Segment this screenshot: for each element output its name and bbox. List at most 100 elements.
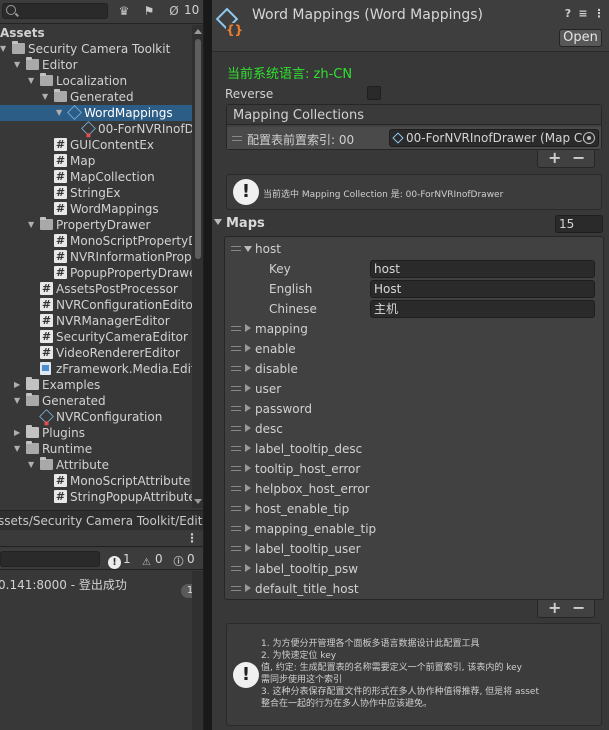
object-picker-icon[interactable] xyxy=(583,132,595,144)
expand-arrow-icon[interactable] xyxy=(245,324,251,332)
collapse-arrow-icon[interactable]: ▼ xyxy=(0,41,10,57)
map-field-input[interactable]: host xyxy=(370,260,595,278)
tree-item[interactable]: ▼ Attribute xyxy=(0,457,192,473)
project-scrollbar[interactable] xyxy=(192,25,203,508)
drag-handle-icon[interactable] xyxy=(231,346,241,351)
tree-item[interactable]: #NVRInformationProperty xyxy=(0,249,192,265)
tree-item[interactable]: # NVRManagerEditor xyxy=(0,313,192,329)
drag-handle-icon[interactable] xyxy=(231,246,241,251)
collapse-arrow-icon[interactable]: ▼ xyxy=(14,393,24,409)
tree-item[interactable]: # NVRConfigurationEditor xyxy=(0,297,192,313)
console-search-input[interactable] xyxy=(0,551,100,567)
tree-item[interactable]: 00-ForNVRInofDra xyxy=(0,121,192,137)
remove-collection-button[interactable]: − xyxy=(572,150,585,166)
filter-by-type-icon[interactable]: ♛ xyxy=(116,3,132,19)
mapping-collection-object-field[interactable]: 00-ForNVRInofDrawer (Map Co xyxy=(389,129,599,147)
tree-item[interactable]: Assets xyxy=(0,25,192,41)
expand-arrow-icon[interactable] xyxy=(245,504,251,512)
map-item[interactable]: helpbox_host_error xyxy=(225,479,603,499)
collapse-arrow-icon[interactable]: ▼ xyxy=(14,441,24,457)
expand-arrow-icon[interactable] xyxy=(214,219,222,225)
drag-handle-icon[interactable] xyxy=(231,526,241,531)
drag-handle-icon[interactable] xyxy=(231,406,241,411)
drag-handle-icon[interactable] xyxy=(231,506,241,511)
filter-by-label-icon[interactable]: ⚑ xyxy=(141,3,157,19)
expand-arrow-icon[interactable] xyxy=(245,344,251,352)
tree-item[interactable]: #MonoScriptPropertyDraw xyxy=(0,233,192,249)
map-item[interactable]: label_tooltip_user xyxy=(225,539,603,559)
expand-arrow-icon[interactable] xyxy=(245,544,251,552)
tree-item[interactable]: ▼ Editor xyxy=(0,57,192,73)
tree-item[interactable]: ▼ Generated xyxy=(0,89,192,105)
panel-divider[interactable] xyxy=(204,0,212,730)
expand-arrow-icon[interactable] xyxy=(245,364,251,372)
hidden-packages-icon[interactable]: Ø xyxy=(166,3,182,19)
drag-handle-icon[interactable] xyxy=(231,326,241,331)
tree-item[interactable]: NVRConfiguration xyxy=(0,409,192,425)
expand-arrow-icon[interactable] xyxy=(245,384,251,392)
tree-item[interactable]: # VideoRendererEditor xyxy=(0,345,192,361)
map-item[interactable]: password xyxy=(225,399,603,419)
tree-item[interactable]: zFramework.Media.Editor xyxy=(0,361,192,377)
tree-item[interactable]: ▼ Security Camera Toolkit xyxy=(0,41,192,57)
collapse-arrow-icon[interactable] xyxy=(244,246,252,252)
add-collection-button[interactable]: + xyxy=(548,150,561,166)
project-search-input[interactable] xyxy=(2,3,108,19)
drag-handle-icon[interactable] xyxy=(232,136,242,141)
expand-arrow-icon[interactable] xyxy=(245,404,251,412)
scrollbar-thumb[interactable] xyxy=(195,39,201,259)
expand-arrow-icon[interactable] xyxy=(245,524,251,532)
tree-item[interactable]: # AssetsPostProcessor xyxy=(0,281,192,297)
map-item[interactable]: mapping xyxy=(225,319,603,339)
map-field-input[interactable]: 主机 xyxy=(370,300,595,318)
collapse-arrow-icon[interactable]: ▼ xyxy=(42,89,52,105)
map-item[interactable]: tooltip_host_error xyxy=(225,459,603,479)
expand-arrow-icon[interactable] xyxy=(245,464,251,472)
more-options-icon[interactable]: ⋮ xyxy=(593,7,605,21)
tree-item[interactable]: # MapCollection xyxy=(0,169,192,185)
console-error-toggle[interactable]: ⓘ 0 xyxy=(172,551,195,568)
tree-item[interactable]: # StringPopupAttribute xyxy=(0,489,192,505)
scroll-down-icon[interactable] xyxy=(194,499,202,504)
reverse-checkbox[interactable] xyxy=(367,86,381,100)
drag-handle-icon[interactable] xyxy=(231,486,241,491)
tree-item[interactable]: # PopupPropertyDrawer xyxy=(0,265,192,281)
drag-handle-icon[interactable] xyxy=(231,546,241,551)
map-item[interactable]: mapping_enable_tip xyxy=(225,519,603,539)
drag-handle-icon[interactable] xyxy=(231,566,241,571)
help-icon[interactable]: ? xyxy=(562,7,574,21)
expand-arrow-icon[interactable] xyxy=(245,424,251,432)
drag-handle-icon[interactable] xyxy=(231,446,241,451)
collapse-arrow-icon[interactable]: ▼ xyxy=(28,73,38,89)
expand-arrow-icon[interactable]: ▶ xyxy=(14,377,24,393)
map-item[interactable]: label_tooltip_psw xyxy=(225,559,603,579)
maps-size-field[interactable]: 15 xyxy=(555,215,603,233)
map-item[interactable]: user xyxy=(225,379,603,399)
tree-item[interactable]: # SecurityCameraEditor xyxy=(0,329,192,345)
drag-handle-icon[interactable] xyxy=(231,586,241,591)
console-info-toggle[interactable]: ! 1 xyxy=(108,551,131,569)
map-item[interactable]: disable xyxy=(225,359,603,379)
tree-item[interactable]: ▶ Examples xyxy=(0,377,192,393)
expand-arrow-icon[interactable] xyxy=(245,484,251,492)
tree-item[interactable]: # WordMappings xyxy=(0,201,192,217)
collapse-arrow-icon[interactable]: ▼ xyxy=(28,457,38,473)
console-scrollbar[interactable] xyxy=(192,571,203,730)
console-log-entry[interactable]: 0.141:8000 - 登出成功 xyxy=(0,576,127,593)
map-item[interactable]: host xyxy=(225,239,603,259)
tree-item[interactable]: ▼ Generated xyxy=(0,393,192,409)
map-item[interactable]: label_tooltip_desc xyxy=(225,439,603,459)
remove-map-button[interactable]: − xyxy=(572,600,585,616)
collapse-arrow-icon[interactable]: ▼ xyxy=(56,105,66,121)
drag-handle-icon[interactable] xyxy=(231,366,241,371)
tree-item[interactable]: # GUIContentEx xyxy=(0,137,192,153)
drag-handle-icon[interactable] xyxy=(231,426,241,431)
expand-arrow-icon[interactable]: ▶ xyxy=(14,425,24,441)
expand-arrow-icon[interactable] xyxy=(245,564,251,572)
collapse-arrow-icon[interactable]: ▼ xyxy=(14,57,24,73)
console-warning-toggle[interactable]: ⚠ 0 xyxy=(140,551,163,568)
collapse-arrow-icon[interactable]: ▼ xyxy=(28,217,38,233)
tree-item[interactable]: # Map xyxy=(0,153,192,169)
tree-item[interactable]: ▼ PropertyDrawer xyxy=(0,217,192,233)
expand-arrow-icon[interactable] xyxy=(245,584,251,592)
